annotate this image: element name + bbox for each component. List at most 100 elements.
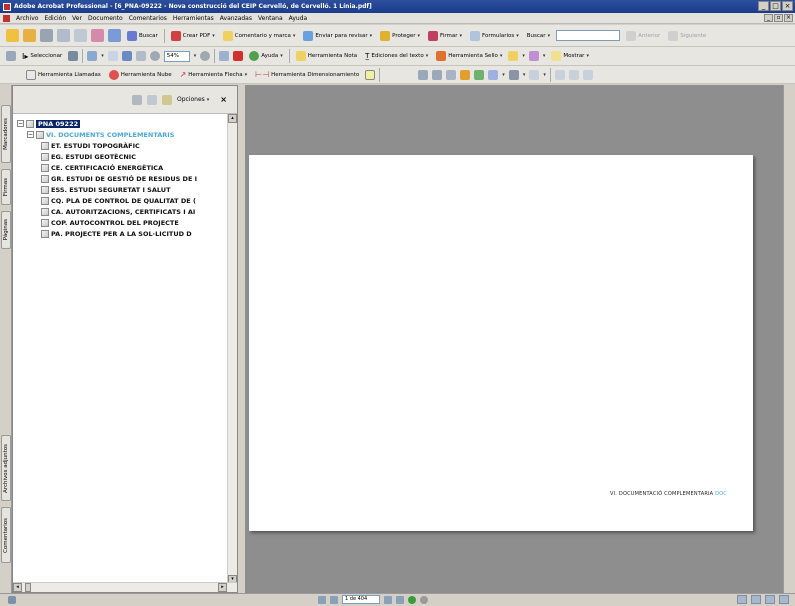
link-tool-icon[interactable]	[446, 69, 457, 80]
bookmark-item[interactable]: COP. AUTOCONTROL DEL PROJECTE	[13, 217, 227, 228]
forms-button[interactable]: Formularios ▾	[468, 29, 521, 43]
bookmarks-vertical-scrollbar[interactable]: ▴ ▾	[227, 114, 237, 584]
help-button[interactable]: Ayuda ▾	[247, 49, 285, 63]
menu-edicion[interactable]: Edición	[44, 15, 66, 22]
scroll-right-button[interactable]: ▸	[218, 583, 227, 592]
rotate-icon[interactable]	[219, 51, 230, 61]
bookmark-item[interactable]: PA. PROJECTE PER A LA SOL·LICITUD D	[13, 228, 227, 239]
previous-button[interactable]: Anterior	[624, 29, 662, 43]
next-button[interactable]: Siguiente	[666, 29, 708, 43]
find-button[interactable]: Buscar ▾	[525, 29, 552, 43]
page-number-field[interactable]: 1 de 404	[342, 595, 380, 604]
bookmark-item[interactable]: CE. CERTIFICACIÓ ENERGÈTICA	[13, 162, 227, 173]
send-review-button[interactable]: Enviar para revisar ▾	[301, 29, 374, 43]
menu-herramientas[interactable]: Herramientas	[173, 15, 214, 22]
zoom-in-icon[interactable]	[200, 51, 211, 61]
menu-ayuda[interactable]: Ayuda	[289, 15, 308, 22]
facing-button[interactable]	[765, 595, 775, 604]
touchup-icon[interactable]	[488, 69, 499, 80]
bookmark-item[interactable]: ESS. ESTUDI SEGURETAT I SALUT	[13, 184, 227, 195]
select-tool-button[interactable]: Ӏ▸ Seleccionar	[20, 49, 64, 63]
callout-tool-button[interactable]: Herramienta Llamadas	[24, 68, 103, 82]
scroll-thumb[interactable]	[25, 583, 31, 592]
delete-bookmark-icon[interactable]	[146, 94, 157, 105]
fit-width-icon[interactable]	[135, 51, 146, 61]
search-button[interactable]: Buscar	[125, 29, 160, 43]
bookmark-section[interactable]: − VI. DOCUMENTS COMPLEMENTARIS	[13, 129, 227, 140]
bookmark-item[interactable]: EG. ESTUDI GEOTÈCNIC	[13, 151, 227, 162]
document-icon[interactable]	[3, 14, 10, 22]
menu-avanzadas[interactable]: Avanzadas	[220, 15, 252, 22]
expand-bookmark-icon[interactable]	[161, 94, 172, 105]
layout-dropdown[interactable]: ▾	[523, 72, 526, 78]
text-box-icon[interactable]	[365, 69, 376, 80]
menu-archivo[interactable]: Archivo	[16, 15, 38, 22]
minimize-button[interactable]: _	[758, 1, 769, 11]
menu-ver[interactable]: Ver	[72, 15, 82, 22]
zoom-level-input[interactable]: 54%	[163, 50, 190, 62]
cloud-tool-button[interactable]: Herramienta Nube	[107, 68, 174, 82]
sign-button[interactable]: Firmar ▾	[426, 29, 464, 43]
arrow-tool-button[interactable]: ↗ Herramienta Flecha ▾	[178, 68, 250, 82]
scroll-left-button[interactable]: ◂	[13, 583, 22, 592]
crop-icon[interactable]	[432, 69, 443, 80]
doc-close-button[interactable]: ×	[784, 14, 793, 22]
select-object-icon[interactable]	[418, 69, 429, 80]
bookmark-item[interactable]: ET. ESTUDI TOPOGRÀFIC	[13, 140, 227, 151]
bookmark-item[interactable]: CA. AUTORITZACIONS, CERTIFICATS I AI	[13, 206, 227, 217]
previous-page-button[interactable]	[330, 595, 338, 604]
zoom-icon[interactable]	[87, 51, 98, 61]
bookmarks-horizontal-scrollbar[interactable]: ◂ ▸	[13, 582, 237, 592]
page-icon[interactable]	[582, 69, 593, 80]
snapshot-icon[interactable]	[68, 51, 79, 61]
comment-markup-button[interactable]: Comentario y marca ▾	[221, 29, 298, 43]
zoom-dropdown-arrow[interactable]: ▾	[101, 53, 104, 59]
close-panel-icon[interactable]: ×	[220, 95, 227, 104]
scroll-up-button[interactable]: ▴	[228, 114, 237, 123]
collapse-icon[interactable]: −	[17, 120, 24, 127]
doc-restore-button[interactable]: ▫	[774, 14, 783, 22]
search-input[interactable]	[556, 30, 621, 41]
tab-bookmarks[interactable]: Marcadores	[1, 105, 11, 163]
show-button[interactable]: Mostrar ▾	[549, 49, 591, 63]
column-icon[interactable]	[554, 69, 565, 80]
new-bookmark-icon[interactable]	[131, 94, 142, 105]
next-page-button[interactable]	[384, 595, 392, 604]
dimension-tool-button[interactable]: ⊢⊣ Herramienta Dimensionamiento	[253, 68, 361, 82]
zoom-out-icon[interactable]	[149, 51, 160, 61]
tab-attachments[interactable]: Archivos adjuntos	[1, 435, 11, 501]
fit-page-icon[interactable]	[121, 51, 132, 61]
document-view[interactable]: VI. DOCUMENTACIÓ COMPLEMENTARIA DOC	[245, 85, 783, 593]
email-icon[interactable]	[74, 29, 87, 42]
bookmark-item[interactable]: CQ. PLA DE CONTROL DE QUALITAT DE (	[13, 195, 227, 206]
hand-tool-icon[interactable]	[6, 51, 16, 61]
last-page-button[interactable]	[396, 595, 404, 604]
doc-minimize-button[interactable]: _	[764, 14, 773, 22]
close-window-button[interactable]: ×	[782, 1, 793, 11]
note-tool-button[interactable]: Herramienta Nota	[294, 49, 359, 63]
menu-comentarios[interactable]: Comentarios	[129, 15, 167, 22]
text-format-dropdown[interactable]: ▾	[543, 72, 546, 78]
stamp-tool-button[interactable]: Herramienta Sello ▾	[434, 49, 504, 63]
text-edits-button[interactable]: T̲ Ediciones del texto ▾	[363, 49, 430, 63]
edit-icon[interactable]	[91, 29, 104, 42]
save-icon[interactable]	[57, 29, 70, 42]
continuous-button[interactable]	[751, 595, 761, 604]
text-format-icon[interactable]	[529, 69, 540, 80]
bookmark-root[interactable]: − PNA 09222	[13, 118, 227, 129]
create-icon[interactable]	[23, 29, 36, 42]
tab-pages[interactable]: Páginas	[1, 211, 11, 249]
create-pdf-button[interactable]: Crear PDF ▾	[169, 29, 217, 43]
menu-ventana[interactable]: Ventana	[258, 15, 283, 22]
table-icon[interactable]	[568, 69, 579, 80]
web-capture-icon[interactable]	[108, 29, 121, 42]
previous-view-button[interactable]	[408, 595, 416, 604]
collapse-icon[interactable]: −	[27, 131, 34, 138]
panel-splitter[interactable]	[238, 85, 245, 593]
touchup-dropdown[interactable]: ▾	[502, 72, 505, 78]
options-menu-button[interactable]: Opciones ▾	[177, 96, 209, 103]
bookmark-item[interactable]: GR. ESTUDI DE GESTIÓ DE RESIDUS DE I	[13, 173, 227, 184]
attach-icon[interactable]	[528, 51, 539, 61]
actual-size-icon[interactable]	[107, 51, 118, 61]
highlight-dropdown[interactable]: ▾	[522, 53, 525, 59]
